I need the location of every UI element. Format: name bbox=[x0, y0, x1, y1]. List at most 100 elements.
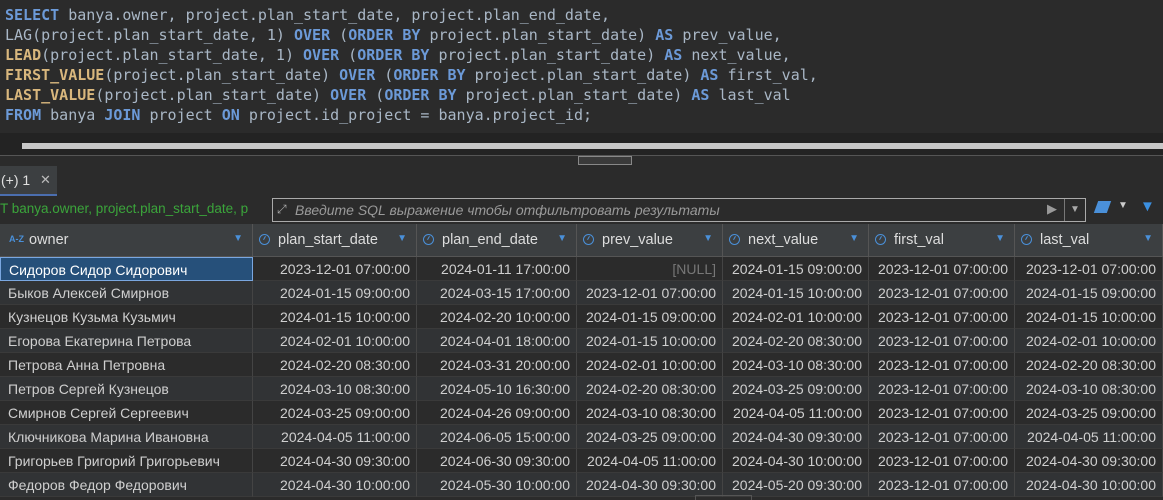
table-cell-first-val[interactable]: 2023-12-01 07:00:00 bbox=[869, 425, 1015, 449]
table-cell-last-val[interactable]: 2024-01-15 09:00:00 bbox=[1015, 281, 1163, 305]
table-cell-first-val[interactable]: 2023-12-01 07:00:00 bbox=[869, 377, 1015, 401]
table-cell-last-val[interactable]: 2024-04-30 10:00:00 bbox=[1015, 473, 1163, 497]
column-header-first-val[interactable]: first_val ▼ bbox=[869, 224, 1015, 257]
table-cell-prev-value[interactable]: 2024-03-25 09:00:00 bbox=[577, 425, 723, 449]
table-cell-next-value[interactable]: 2024-03-10 08:30:00 bbox=[723, 353, 869, 377]
sql-editor[interactable]: SELECT banya.owner, project.plan_start_d… bbox=[0, 0, 1163, 133]
table-cell-last-val[interactable]: 2023-12-01 07:00:00 bbox=[1015, 257, 1163, 281]
table-cell-last-val[interactable]: 2024-02-01 10:00:00 bbox=[1015, 329, 1163, 353]
sort-icon[interactable]: ▼ bbox=[703, 233, 713, 244]
table-cell-plan-end-date[interactable]: 2024-04-01 18:00:00 bbox=[417, 329, 577, 353]
table-cell-plan-start-date[interactable]: 2024-04-30 10:00:00 bbox=[253, 473, 417, 497]
table-cell-next-value[interactable]: 2024-04-05 11:00:00 bbox=[723, 401, 869, 425]
tab-results-1[interactable]: (+) 1 ✕ bbox=[0, 166, 57, 196]
table-cell-plan-end-date[interactable]: 2024-05-10 16:30:00 bbox=[417, 377, 577, 401]
table-row[interactable]: Федоров Федор Федорович 2024-04-30 10:00:… bbox=[0, 473, 1163, 497]
column-header-plan-end-date[interactable]: plan_end_date ▼ bbox=[417, 224, 577, 257]
table-cell-owner[interactable]: Петрова Анна Петровна bbox=[0, 353, 253, 377]
table-cell-prev-value[interactable]: 2024-02-01 10:00:00 bbox=[577, 353, 723, 377]
editor-horizontal-scrollbar[interactable] bbox=[0, 133, 1163, 155]
table-cell-next-value[interactable]: 2024-04-30 10:00:00 bbox=[723, 449, 869, 473]
table-cell-plan-start-date[interactable]: 2024-04-30 09:30:00 bbox=[253, 449, 417, 473]
table-cell-last-val[interactable]: 2024-02-20 08:30:00 bbox=[1015, 353, 1163, 377]
scrollbar-thumb[interactable] bbox=[22, 143, 1163, 149]
sort-icon[interactable]: ▼ bbox=[233, 233, 243, 244]
table-cell-next-value[interactable]: 2024-01-15 10:00:00 bbox=[723, 281, 869, 305]
table-cell-owner[interactable]: Ключникова Марина Ивановна bbox=[0, 425, 253, 449]
table-row[interactable]: Петрова Анна Петровна 2024-02-20 08:30:00… bbox=[0, 353, 1163, 377]
table-cell-owner[interactable]: Смирнов Сергей Сергеевич bbox=[0, 401, 253, 425]
funnel-icon[interactable]: ▼ bbox=[1140, 198, 1155, 215]
table-row[interactable]: Сидоров Сидор Сидорович 2023-12-01 07:00:… bbox=[0, 257, 1163, 281]
table-cell-last-val[interactable]: 2024-04-30 09:30:00 bbox=[1015, 449, 1163, 473]
table-row[interactable]: Егорова Екатерина Петрова 2024-02-01 10:0… bbox=[0, 329, 1163, 353]
table-cell-first-val[interactable]: 2023-12-01 07:00:00 bbox=[869, 257, 1015, 281]
sort-icon[interactable]: ▼ bbox=[849, 233, 859, 244]
table-cell-owner[interactable]: Сидоров Сидор Сидорович bbox=[0, 257, 253, 281]
table-cell-first-val[interactable]: 2023-12-01 07:00:00 bbox=[869, 353, 1015, 377]
table-cell-prev-value[interactable]: 2024-02-20 08:30:00 bbox=[577, 377, 723, 401]
table-row[interactable]: Григорьев Григорий Григорьевич 2024-04-30… bbox=[0, 449, 1163, 473]
table-cell-last-val[interactable]: 2024-03-25 09:00:00 bbox=[1015, 401, 1163, 425]
table-cell-first-val[interactable]: 2023-12-01 07:00:00 bbox=[869, 305, 1015, 329]
table-cell-prev-value[interactable]: 2024-03-10 08:30:00 bbox=[577, 401, 723, 425]
table-cell-plan-start-date[interactable]: 2023-12-01 07:00:00 bbox=[253, 257, 417, 281]
table-cell-next-value[interactable]: 2024-02-01 10:00:00 bbox=[723, 305, 869, 329]
table-cell-next-value[interactable]: 2024-05-20 09:30:00 bbox=[723, 473, 869, 497]
table-cell-next-value[interactable]: 2024-02-20 08:30:00 bbox=[723, 329, 869, 353]
table-cell-plan-end-date[interactable]: 2024-04-26 09:00:00 bbox=[417, 401, 577, 425]
filter-history-dropdown[interactable]: ▼ bbox=[1064, 199, 1085, 221]
sort-icon[interactable]: ▼ bbox=[557, 233, 567, 244]
table-cell-prev-value[interactable]: [NULL] bbox=[577, 257, 723, 281]
sort-icon[interactable]: ▼ bbox=[397, 233, 407, 244]
table-cell-plan-end-date[interactable]: 2024-02-20 10:00:00 bbox=[417, 305, 577, 329]
column-header-plan-start-date[interactable]: plan_start_date ▼ bbox=[253, 224, 417, 257]
table-cell-first-val[interactable]: 2023-12-01 07:00:00 bbox=[869, 449, 1015, 473]
table-cell-plan-start-date[interactable]: 2024-03-10 08:30:00 bbox=[253, 377, 417, 401]
table-cell-plan-start-date[interactable]: 2024-04-05 11:00:00 bbox=[253, 425, 417, 449]
apply-filter-icon[interactable]: ▶ bbox=[1047, 201, 1057, 217]
table-cell-owner[interactable]: Федоров Федор Федорович bbox=[0, 473, 253, 497]
table-cell-prev-value[interactable]: 2023-12-01 07:00:00 bbox=[577, 281, 723, 305]
resize-handle[interactable] bbox=[695, 495, 752, 500]
table-cell-prev-value[interactable]: 2024-01-15 09:00:00 bbox=[577, 305, 723, 329]
table-cell-next-value[interactable]: 2024-03-25 09:00:00 bbox=[723, 377, 869, 401]
table-cell-first-val[interactable]: 2023-12-01 07:00:00 bbox=[869, 281, 1015, 305]
table-cell-plan-end-date[interactable]: 2024-06-05 15:00:00 bbox=[417, 425, 577, 449]
table-cell-plan-start-date[interactable]: 2024-02-01 10:00:00 bbox=[253, 329, 417, 353]
table-cell-prev-value[interactable]: 2024-01-15 10:00:00 bbox=[577, 329, 723, 353]
table-cell-next-value[interactable]: 2024-01-15 09:00:00 bbox=[723, 257, 869, 281]
table-cell-first-val[interactable]: 2023-12-01 07:00:00 bbox=[869, 329, 1015, 353]
table-cell-next-value[interactable]: 2024-04-30 09:30:00 bbox=[723, 425, 869, 449]
table-cell-plan-start-date[interactable]: 2024-02-20 08:30:00 bbox=[253, 353, 417, 377]
splitter-handle[interactable] bbox=[578, 156, 632, 165]
table-row[interactable]: Ключникова Марина Ивановна 2024-04-05 11:… bbox=[0, 425, 1163, 449]
chevron-down-icon[interactable]: ▼ bbox=[1118, 200, 1128, 211]
filter-input[interactable]: ⤢ Введите SQL выражение чтобы отфильтров… bbox=[272, 198, 1086, 222]
table-row[interactable]: Кузнецов Кузьма Кузьмич 2024-01-15 10:00:… bbox=[0, 305, 1163, 329]
close-icon[interactable]: ✕ bbox=[40, 166, 51, 194]
expand-icon[interactable]: ⤢ bbox=[277, 202, 287, 217]
column-header-last-val[interactable]: last_val ▼ bbox=[1015, 224, 1163, 257]
table-cell-plan-end-date[interactable]: 2024-01-11 17:00:00 bbox=[417, 257, 577, 281]
table-cell-owner[interactable]: Кузнецов Кузьма Кузьмич bbox=[0, 305, 253, 329]
table-cell-last-val[interactable]: 2024-01-15 10:00:00 bbox=[1015, 305, 1163, 329]
table-cell-first-val[interactable]: 2023-12-01 07:00:00 bbox=[869, 473, 1015, 497]
table-cell-plan-start-date[interactable]: 2024-03-25 09:00:00 bbox=[253, 401, 417, 425]
table-cell-owner[interactable]: Григорьев Григорий Григорьевич bbox=[0, 449, 253, 473]
table-cell-plan-start-date[interactable]: 2024-01-15 10:00:00 bbox=[253, 305, 417, 329]
table-cell-prev-value[interactable]: 2024-04-30 09:30:00 bbox=[577, 473, 723, 497]
column-header-prev-value[interactable]: prev_value ▼ bbox=[577, 224, 723, 257]
table-cell-last-val[interactable]: 2024-04-05 11:00:00 bbox=[1015, 425, 1163, 449]
sort-icon[interactable]: ▼ bbox=[995, 233, 1005, 244]
table-row[interactable]: Петров Сергей Кузнецов 2024-03-10 08:30:0… bbox=[0, 377, 1163, 401]
table-cell-prev-value[interactable]: 2024-04-05 11:00:00 bbox=[577, 449, 723, 473]
column-header-owner[interactable]: A-Z owner ▼ bbox=[0, 224, 253, 257]
table-cell-plan-end-date[interactable]: 2024-03-15 17:00:00 bbox=[417, 281, 577, 305]
column-header-next-value[interactable]: next_value ▼ bbox=[723, 224, 869, 257]
sort-icon[interactable]: ▼ bbox=[1143, 233, 1153, 244]
table-row[interactable]: Быков Алексей Смирнов 2024-01-15 09:00:00… bbox=[0, 281, 1163, 305]
table-cell-first-val[interactable]: 2023-12-01 07:00:00 bbox=[869, 401, 1015, 425]
table-cell-plan-end-date[interactable]: 2024-06-30 09:30:00 bbox=[417, 449, 577, 473]
table-cell-owner[interactable]: Быков Алексей Смирнов bbox=[0, 281, 253, 305]
